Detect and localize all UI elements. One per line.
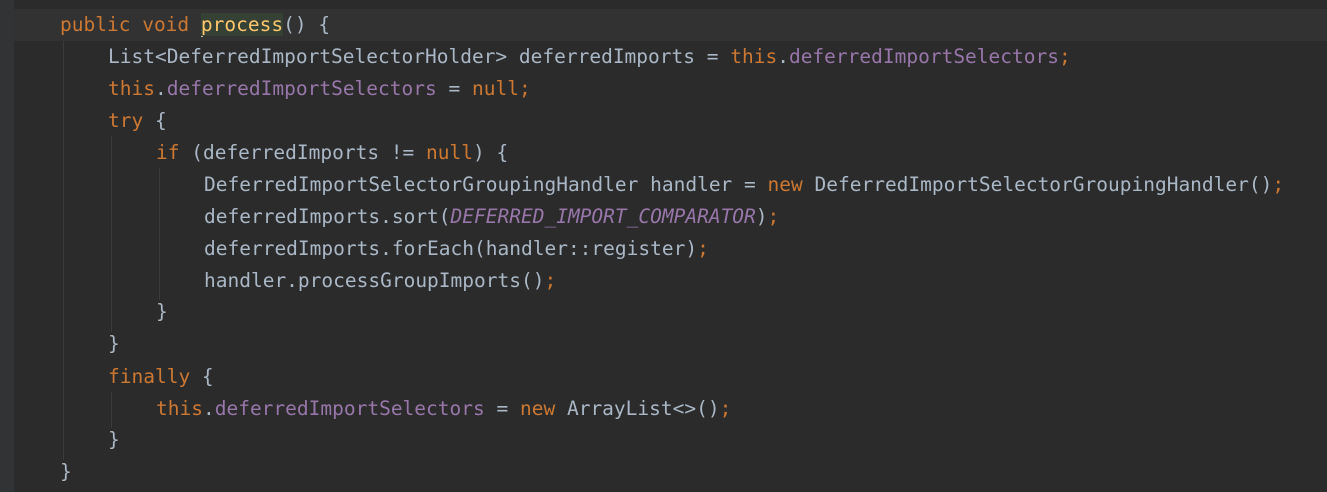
code-token: DEFERRED_IMPORT_COMPARATOR [450,205,756,228]
code-token: ArrayList<>() [555,397,720,420]
code-token: handler.processGroupImports() [204,269,545,292]
code-token: ; [767,205,780,228]
code-line-12[interactable]: finally { [14,361,1327,393]
code-line-4[interactable]: try { [14,105,1327,137]
code-token: } [60,460,72,483]
code-token: . [202,397,215,420]
code-token: this [108,77,155,100]
code-token: { [143,109,167,132]
code-token: new [519,397,556,420]
code-line-9[interactable]: handler.processGroupImports(); [14,265,1327,297]
code-line-10[interactable]: } [14,296,1327,328]
code-token: if [156,141,180,164]
code-token: ; [1058,45,1071,68]
code-editor[interactable]: public void process() { List<DeferredImpo… [0,0,1327,492]
code-token: } [156,300,168,323]
code-token: ; [518,77,531,100]
code-token: null [471,77,519,100]
code-token: this [730,45,778,68]
code-token: List<DeferredImportSelectorHolder> defer… [108,45,731,68]
code-line-7[interactable]: deferredImports.sort(DEFERRED_IMPORT_COM… [14,201,1327,233]
code-token: = [484,397,520,420]
code-line-5[interactable]: if (deferredImports != null) { [14,137,1327,169]
code-token: deferredImportSelectors [166,77,437,100]
code-line-14[interactable]: } [14,424,1327,456]
code-token: process [200,13,284,36]
code-line-15[interactable]: } [14,456,1327,488]
code-token: } [108,428,120,451]
code-token: ; [697,237,709,260]
code-line-1[interactable]: public void process() { [14,9,1327,41]
code-token: this [156,397,203,420]
editor-gutter [0,0,14,492]
code-token: public [60,13,131,36]
code-line-11[interactable]: } [14,328,1327,360]
code-token: null [426,141,473,164]
code-token: () { [283,13,331,36]
code-token: ; [544,269,557,292]
code-token: DeferredImportSelectorGroupingHandler() [802,173,1273,196]
code-token: try [108,109,144,132]
code-token: deferredImportSelectors [788,45,1059,68]
code-token: { [190,365,214,388]
code-token: ; [1272,173,1285,196]
code-token: deferredImports.forEach(handler::registe… [204,237,698,260]
code-token: DeferredImportSelectorGroupingHandler ha… [204,173,768,196]
code-token: } [108,332,120,355]
code-line-8[interactable]: deferredImports.forEach(handler::registe… [14,233,1327,265]
code-token: = [436,77,472,100]
code-token: ) [755,205,768,228]
code-token: . [154,77,167,100]
code-line-6[interactable]: DeferredImportSelectorGroupingHandler ha… [14,169,1327,201]
code-line-13[interactable]: this.deferredImportSelectors = new Array… [14,393,1327,425]
code-token: deferredImportSelectors [214,397,485,420]
code-token: ; [719,397,732,420]
code-token: void [142,13,190,36]
code-token: deferredImports.sort( [204,205,451,228]
code-token: . [777,45,789,68]
code-line-3[interactable]: this.deferredImportSelectors = null; [14,73,1327,105]
code-token: (deferredImports != [179,141,427,164]
code-token: ) { [473,141,509,164]
code-token: finally [108,365,191,388]
code-line-2[interactable]: List<DeferredImportSelectorHolder> defer… [14,41,1327,73]
code-token: new [767,173,803,196]
